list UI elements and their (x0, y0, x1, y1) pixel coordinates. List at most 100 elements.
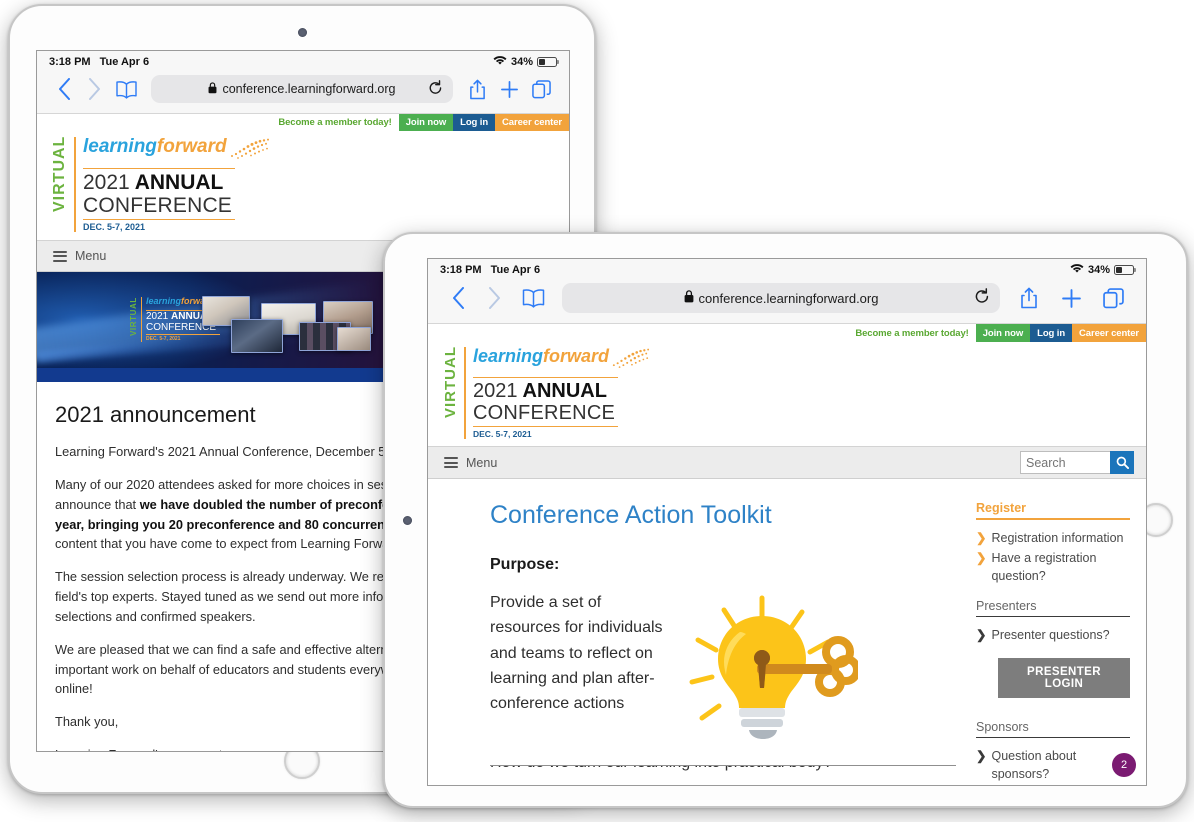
logo-virtual-text: VIRTUAL (51, 135, 68, 213)
forward-button[interactable] (476, 287, 512, 309)
safari-toolbar: conference.learningforward.org (428, 279, 1146, 324)
conference-logo[interactable]: VIRTUAL learningforward 2021 ANNUAL CONF… (37, 131, 569, 241)
logo-date: DEC. 5-7, 2021 (83, 222, 146, 233)
front-camera-icon (298, 28, 307, 37)
status-date: Tue Apr 6 (99, 55, 150, 68)
member-promo-text: Become a member today! (855, 327, 969, 339)
sidebar-item-label: Registration information (991, 531, 1124, 545)
log-in-button[interactable]: Log in (1030, 324, 1073, 342)
search-input[interactable] (1020, 451, 1110, 474)
cut-off-text-line: How do we turn our learning into practic… (490, 765, 956, 772)
logo-dots-icon (611, 347, 651, 375)
logo-date: DEC. 5-7, 2021 (473, 429, 532, 439)
logo-brand: learningforward (473, 346, 610, 366)
toolkit-sidebar: Register ❯ Registration information ❯ Ha… (968, 479, 1146, 785)
join-now-button[interactable]: Join now (398, 114, 454, 131)
sidebar-heading-register: Register (976, 501, 1130, 520)
logo-year: 2021 (83, 171, 130, 194)
search-button[interactable] (1110, 451, 1134, 474)
logo-conference: CONFERENCE (83, 194, 233, 217)
share-icon[interactable] (461, 79, 493, 100)
wifi-icon (493, 55, 507, 69)
chevron-right-icon: ❯ (976, 531, 987, 545)
address-bar[interactable]: conference.learningforward.org (562, 283, 1000, 313)
sidebar-item-label: Presenter questions? (991, 628, 1110, 643)
page-badge[interactable]: 2 (1112, 753, 1136, 777)
safari-toolbar: conference.learningforward.org (37, 71, 569, 114)
reload-icon[interactable] (428, 79, 443, 99)
join-now-button[interactable]: Join now (975, 324, 1031, 342)
lightbulb-with-key-icon (678, 590, 861, 747)
toolkit-main-column: Conference Action Toolkit Purpose: Provi… (428, 479, 968, 785)
sidebar-item-registration-information[interactable]: ❯ Registration information (976, 530, 1130, 548)
battery-percent: 34% (1087, 263, 1110, 276)
sidebar-heading-presenters: Presenters (976, 599, 1130, 618)
sidebar-item-label: Question about sponsors? (991, 749, 1077, 781)
logo-conference: CONFERENCE (473, 402, 616, 424)
lock-icon (208, 81, 217, 97)
logo-year: 2021 (473, 380, 518, 402)
chevron-right-icon: ❯ (976, 628, 987, 643)
wifi-icon (1070, 263, 1084, 277)
ios-status-bar: 3:18 PM Tue Apr 6 34% (37, 51, 569, 71)
tabs-icon[interactable] (1092, 287, 1134, 309)
status-time: 3:18 PM (440, 263, 482, 276)
site-menu-bar: Menu (428, 446, 1146, 479)
conference-logo[interactable]: VIRTUAL learningforward 2021 ANNUAL CONF… (428, 342, 1146, 446)
member-bar: Become a member today! Join now Log in C… (428, 324, 1146, 342)
log-in-button[interactable]: Log in (453, 114, 496, 131)
career-center-button[interactable]: Career center (1072, 324, 1146, 342)
front-camera-icon (403, 516, 412, 525)
battery-icon (1114, 264, 1136, 275)
logo-virtual-text: VIRTUAL (442, 346, 459, 418)
sidebar-item-question-about-sponsors[interactable]: ❯ Question about sponsors? (976, 748, 1130, 784)
forward-button[interactable] (79, 78, 109, 100)
address-bar[interactable]: conference.learningforward.org (151, 75, 453, 103)
url-text: conference.learningforward.org (698, 290, 879, 306)
ios-status-bar: 3:18 PM Tue Apr 6 34% (428, 259, 1146, 279)
menu-label: Menu (466, 455, 498, 470)
reload-icon[interactable] (974, 288, 990, 308)
lock-icon (684, 290, 694, 306)
menu-button[interactable]: Menu (444, 456, 497, 470)
purpose-text: Provide a set of resources for individua… (490, 594, 663, 713)
member-bar: Become a member today! Join now Log in C… (37, 114, 569, 131)
share-icon[interactable] (1008, 287, 1050, 309)
logo-annual: ANNUAL (134, 171, 224, 194)
bookmarks-icon[interactable] (109, 80, 143, 99)
tablet-screen-front: 3:18 PM Tue Apr 6 34% conference.learnin… (427, 258, 1147, 786)
logo-annual: ANNUAL (522, 380, 607, 402)
hamburger-icon (444, 457, 458, 468)
battery-icon (537, 56, 559, 67)
page-title: Conference Action Toolkit (490, 501, 772, 529)
hamburger-icon (53, 250, 67, 262)
battery-percent: 34% (510, 55, 533, 68)
logo-brand: learningforward (83, 136, 227, 157)
back-button[interactable] (49, 78, 79, 100)
career-center-button[interactable]: Career center (495, 114, 569, 131)
bookmarks-icon[interactable] (512, 288, 554, 308)
tabs-icon[interactable] (525, 79, 557, 99)
toolkit-page: Conference Action Toolkit Purpose: Provi… (428, 479, 1146, 785)
purpose-heading: Purpose: (490, 556, 560, 573)
sidebar-item-registration-question[interactable]: ❯ Have a registration question? (976, 550, 1130, 586)
menu-label: Menu (75, 249, 107, 264)
tablet-device-front: 3:18 PM Tue Apr 6 34% conference.learnin… (383, 232, 1188, 808)
member-promo-text: Become a member today! (278, 117, 392, 128)
menu-button[interactable]: Menu (53, 249, 106, 263)
sidebar-item-label: Have a registration question? (991, 550, 1097, 583)
sidebar-heading-sponsors: Sponsors (976, 720, 1130, 738)
chevron-right-icon: ❯ (976, 749, 987, 763)
chevron-right-icon: ❯ (976, 550, 987, 565)
status-date: Tue Apr 6 (490, 263, 541, 276)
sidebar-item-presenter-questions[interactable]: ❯ Presenter questions? (976, 627, 1130, 645)
new-tab-icon[interactable] (493, 80, 525, 99)
url-text: conference.learningforward.org (222, 82, 396, 96)
screenshot-stage: 3:18 PM Tue Apr 6 34% conference.learnin… (0, 0, 1194, 822)
logo-dots-icon (229, 137, 271, 166)
status-time: 3:18 PM (49, 55, 91, 68)
presenter-login-button[interactable]: PRESENTER LOGIN (998, 658, 1130, 698)
new-tab-icon[interactable] (1050, 288, 1092, 309)
search-box[interactable] (1020, 451, 1134, 474)
back-button[interactable] (440, 287, 476, 309)
